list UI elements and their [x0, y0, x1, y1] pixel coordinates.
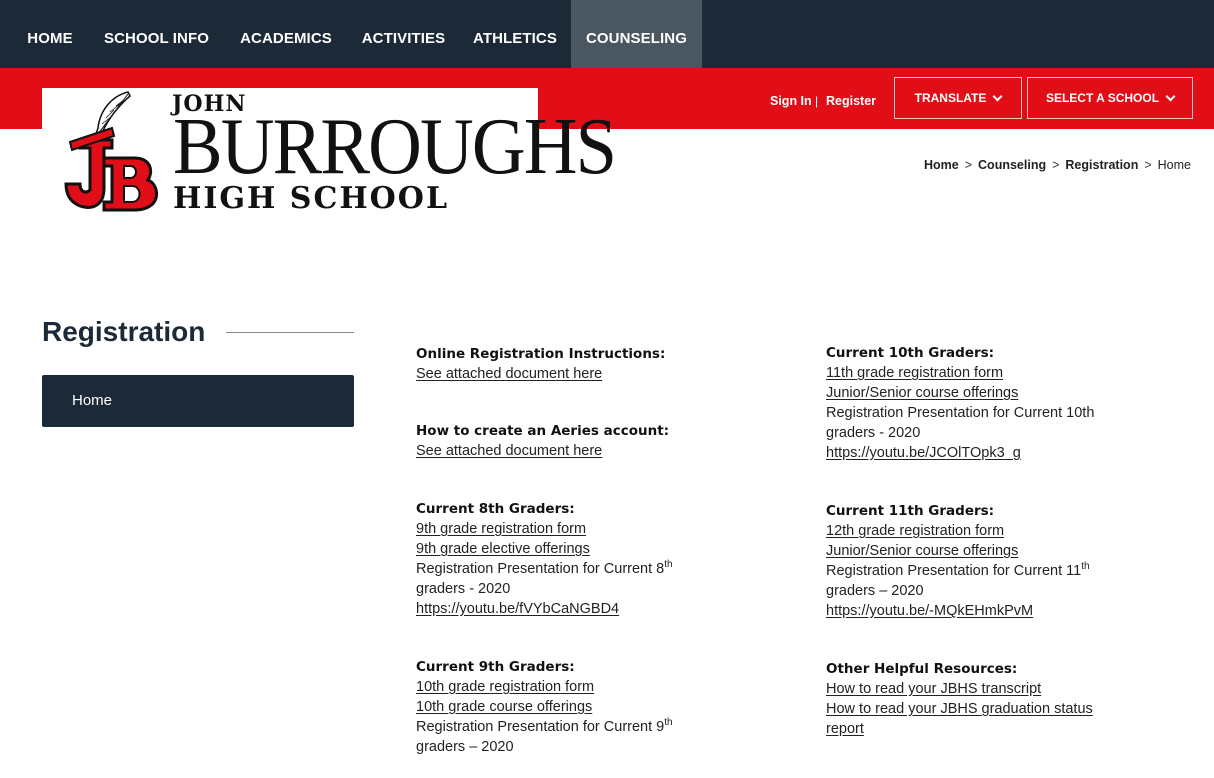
- sign-in-link[interactable]: Sign In: [770, 94, 812, 108]
- breadcrumb-separator: >: [1052, 158, 1060, 172]
- presentation-year: graders - 2020: [826, 425, 921, 441]
- presentation-year: graders – 2020: [416, 739, 514, 755]
- sidebar-item-home[interactable]: Home: [42, 375, 354, 427]
- 9th-grade-elective-offerings-link[interactable]: 9th grade elective offerings: [416, 539, 756, 559]
- nav-school-info[interactable]: SCHOOL INFO: [91, 0, 222, 68]
- link-text-line2: report: [826, 721, 864, 737]
- 11th-grade-presentation-video-link[interactable]: https://youtu.be/-MQkEHmkPvM: [826, 601, 1166, 621]
- 12th-grade-registration-form-link[interactable]: 12th grade registration form: [826, 521, 1166, 541]
- jbhs-transcript-link[interactable]: How to read your JBHS transcript: [826, 679, 1166, 699]
- junior-senior-course-offerings-link[interactable]: Junior/Senior course offerings: [826, 383, 1166, 403]
- 10th-grade-presentation-video-link[interactable]: https://youtu.be/JCOlTOpk3_g: [826, 443, 1166, 463]
- current-11th-graders-section: Current 11th Graders: 12th grade registr…: [826, 501, 1166, 621]
- title-divider: [226, 332, 354, 333]
- school-logo[interactable]: JOHN BURROUGHS HIGH SCHOOL: [42, 88, 617, 220]
- section-heading: Other Helpful Resources:: [826, 661, 1018, 677]
- nav-home[interactable]: HOME: [14, 0, 86, 68]
- 10th-grade-course-offerings-link[interactable]: 10th grade course offerings: [416, 697, 756, 717]
- jb-monogram-icon: [64, 91, 158, 212]
- translate-label: TRANSLATE: [914, 91, 987, 105]
- online-instructions-link[interactable]: See attached document here: [416, 364, 756, 384]
- section-heading: Current 9th Graders:: [416, 659, 575, 675]
- breadcrumb-separator: >: [1144, 158, 1152, 172]
- presentation-text-a: Registration Presentation for Current 11: [826, 563, 1082, 579]
- register-link[interactable]: Register: [826, 94, 876, 108]
- sidebar-title: Registration: [42, 316, 206, 347]
- junior-senior-course-offerings-link[interactable]: Junior/Senior course offerings: [826, 541, 1166, 561]
- 8th-grade-presentation-video-link[interactable]: https://youtu.be/fVYbCaNGBD4: [416, 599, 756, 619]
- section-heading: How to create an Aeries account:: [416, 423, 670, 439]
- 9th-grade-registration-form-link[interactable]: 9th grade registration form: [416, 519, 756, 539]
- link-text-line1: How to read your JBHS graduation status: [826, 701, 1093, 717]
- current-8th-graders-section: Current 8th Graders: 9th grade registrat…: [416, 499, 756, 619]
- section-heading: Current 8th Graders:: [416, 501, 575, 517]
- section-heading: Current 10th Graders:: [826, 345, 995, 361]
- nav-academics[interactable]: ACADEMICS: [227, 0, 345, 68]
- nav-athletics[interactable]: ATHLETICS: [461, 0, 569, 68]
- graduation-status-report-link[interactable]: How to read your JBHS graduation status r…: [826, 699, 1166, 739]
- ordinal-suffix: th: [664, 717, 673, 729]
- top-navigation: HOME SCHOOL INFO ACADEMICS ACTIVITIES AT…: [0, 0, 1214, 68]
- chevron-down-icon: [992, 91, 1003, 101]
- 11th-grade-registration-form-link[interactable]: 11th grade registration form: [826, 363, 1166, 383]
- section-heading: Current 11th Graders:: [826, 503, 995, 519]
- chevron-down-icon: [1165, 91, 1176, 101]
- logo-text-burroughs: BURROUGHS: [173, 103, 617, 191]
- translate-button[interactable]: TRANSLATE: [894, 77, 1022, 119]
- content-column-right: Current 10th Graders: 11th grade registr…: [826, 343, 1166, 760]
- select-school-button[interactable]: SELECT A SCHOOL: [1027, 77, 1193, 119]
- logo-text-high-school: HIGH SCHOOL: [173, 181, 450, 216]
- presentation-text: Registration Presentation for Current 8t…: [416, 559, 756, 579]
- presentation-text-a: Registration Presentation for Current 9: [416, 719, 665, 735]
- breadcrumb-home[interactable]: Home: [924, 158, 959, 172]
- current-10th-graders-section: Current 10th Graders: 11th grade registr…: [826, 343, 1166, 463]
- breadcrumb: Home > Counseling > Registration > Home: [924, 158, 1191, 172]
- presentation-year: graders - 2020: [416, 581, 511, 597]
- aeries-instructions-link[interactable]: See attached document here: [416, 441, 756, 461]
- utility-separator: |: [815, 94, 819, 108]
- presentation-text: Registration Presentation for Current 10…: [826, 405, 1095, 421]
- online-registration-section: Online Registration Instructions: See at…: [416, 344, 756, 384]
- select-school-label: SELECT A SCHOOL: [1045, 91, 1160, 105]
- content-column-left: Online Registration Instructions: See at…: [416, 344, 756, 778]
- presentation-text: Registration Presentation for Current 11…: [826, 561, 1166, 581]
- section-heading: Online Registration Instructions:: [416, 346, 666, 362]
- ordinal-suffix: th: [1081, 561, 1090, 573]
- aeries-account-section: How to create an Aeries account: See att…: [416, 421, 756, 461]
- current-9th-graders-section: Current 9th Graders: 10th grade registra…: [416, 657, 756, 757]
- presentation-year: graders – 2020: [826, 583, 924, 599]
- breadcrumb-current: Home: [1157, 158, 1191, 172]
- breadcrumb-registration[interactable]: Registration: [1065, 158, 1138, 172]
- nav-counseling[interactable]: COUNSELING: [571, 0, 702, 68]
- 10th-grade-registration-form-link[interactable]: 10th grade registration form: [416, 677, 756, 697]
- presentation-text-a: Registration Presentation for Current 8: [416, 561, 665, 577]
- ordinal-suffix: th: [664, 559, 673, 571]
- nav-activities[interactable]: ACTIVITIES: [350, 0, 457, 68]
- other-resources-section: Other Helpful Resources: How to read you…: [826, 659, 1166, 739]
- presentation-text: Registration Presentation for Current 9t…: [416, 717, 756, 737]
- breadcrumb-separator: >: [964, 158, 973, 172]
- breadcrumb-counseling[interactable]: Counseling: [978, 158, 1046, 172]
